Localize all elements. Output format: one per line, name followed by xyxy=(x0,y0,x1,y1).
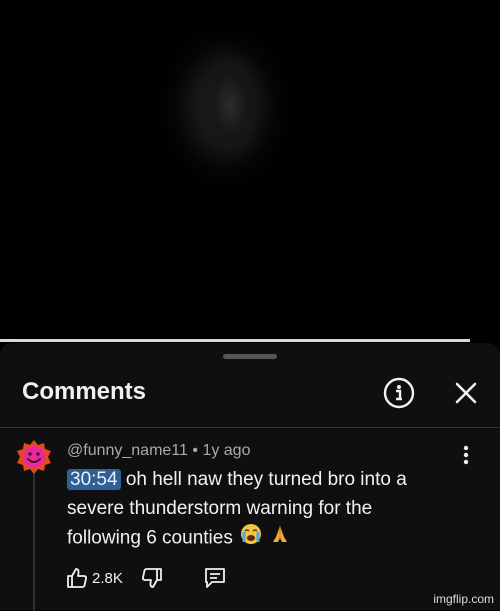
like-count: 2.8K xyxy=(92,569,123,587)
more-vert-icon xyxy=(463,445,469,465)
crying-face-emoji xyxy=(240,523,262,554)
video-player[interactable] xyxy=(0,0,500,340)
header-divider xyxy=(0,427,500,428)
folded-hands-emoji xyxy=(269,523,291,554)
reply-button[interactable] xyxy=(203,566,227,590)
timestamp-link[interactable]: 30:54 xyxy=(67,469,121,490)
video-progress-bar[interactable] xyxy=(0,339,470,342)
comment-text: 30:54 oh hell naw they turned bro into a… xyxy=(67,465,447,554)
thread-line xyxy=(33,471,35,611)
reply-icon xyxy=(204,568,225,588)
watermark: imgflip.com xyxy=(433,592,494,606)
comment-age: 1y ago xyxy=(202,442,251,459)
close-button[interactable] xyxy=(452,379,480,407)
close-icon xyxy=(455,382,477,404)
dislike-button[interactable] xyxy=(141,567,163,589)
drag-handle[interactable] xyxy=(223,354,277,359)
like-button[interactable]: 2.8K xyxy=(66,567,123,589)
comments-panel: Comments @funny_name11 • 1y ago 30:54 oh… xyxy=(0,343,500,611)
panel-title: Comments xyxy=(22,378,147,405)
meta-separator: • xyxy=(192,442,198,459)
info-button[interactable] xyxy=(383,377,415,409)
comment-actions: 2.8K xyxy=(66,564,227,592)
comment-meta: @funny_name11 • 1y ago xyxy=(67,442,250,460)
video-frame-face xyxy=(200,50,260,160)
avatar[interactable] xyxy=(16,439,52,475)
thumbs-down-icon xyxy=(141,568,162,588)
comment-author[interactable]: @funny_name11 xyxy=(67,442,188,459)
info-icon xyxy=(383,377,415,409)
more-options-button[interactable] xyxy=(456,443,476,467)
thumbs-up-icon xyxy=(67,568,87,588)
avatar-image xyxy=(17,440,51,474)
